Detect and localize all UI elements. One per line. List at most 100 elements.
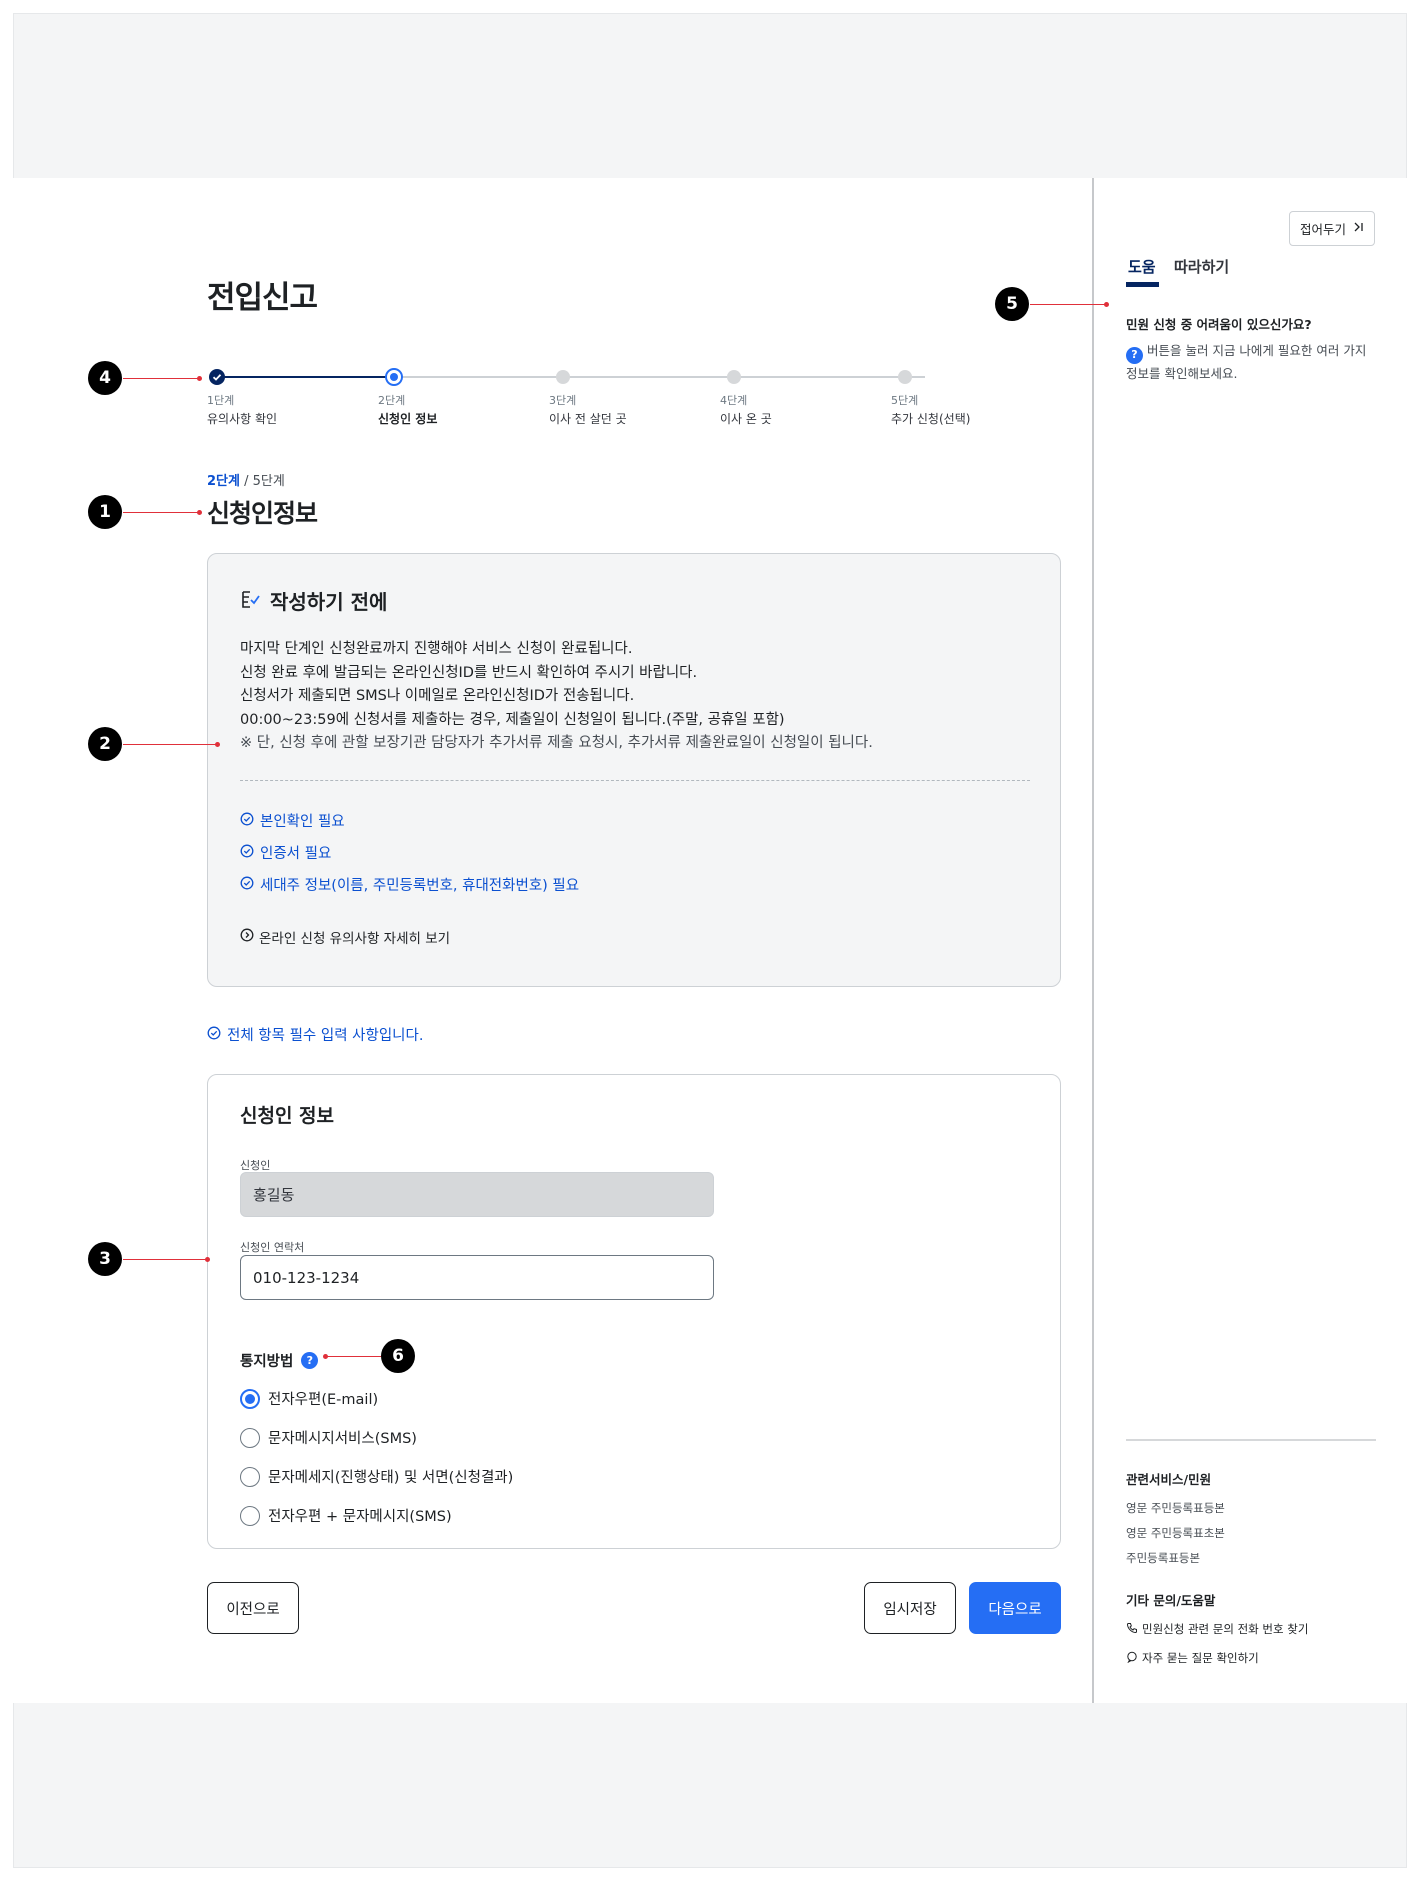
tab-follow-along[interactable]: 따라하기	[1174, 256, 1229, 277]
sidebar-description: ? 버튼을 눌러 지금 나에게 필요한 여러 가지 정보를 확인해보세요.	[1126, 341, 1376, 384]
annotation-dot	[205, 1257, 210, 1262]
sidebar-question: 민원 신청 중 어려움이 있으신가요?	[1126, 317, 1312, 332]
annotation-line	[123, 378, 199, 379]
more-info-label: 온라인 신청 유의사항 자세히 보기	[259, 931, 451, 947]
phone-lookup-link[interactable]: 민원신청 관련 문의 전화 번호 찾기	[1126, 1621, 1308, 1637]
applicant-label: 신청인	[240, 1159, 271, 1172]
check-circle-icon	[207, 1026, 221, 1044]
active-tab-indicator	[1126, 282, 1159, 287]
annotation-badge-5: 5	[995, 287, 1029, 321]
radio-label: 문자메시지서비스(SMS)	[268, 1431, 417, 1447]
step-5-name: 추가 신청(선택)	[891, 412, 971, 426]
annotation-badge-6: 6	[381, 1339, 415, 1373]
annotation-badge-3: 3	[88, 1242, 122, 1276]
sidebar-description-text: 버튼을 눌러 지금 나에게 필요한 여러 가지 정보를 확인해보세요.	[1126, 343, 1367, 381]
step-2-current-icon	[385, 368, 403, 386]
annotation-badge-4: 4	[88, 361, 122, 395]
step-count-total: / 5단계	[244, 474, 285, 489]
form-title: 신청인 정보	[240, 1105, 335, 1127]
annotation-dot	[323, 1354, 328, 1359]
step-count: 2단계 / 5단계	[207, 470, 285, 489]
annotation-line	[1030, 304, 1106, 305]
requirement-label: 인증서 필요	[260, 846, 332, 862]
annotation-line	[123, 744, 217, 745]
faq-link[interactable]: 자주 묻는 질문 확인하기	[1126, 1650, 1259, 1666]
notice-line: 신청 완료 후에 발급되는 온라인신청ID를 반드시 확인하여 주시기 바랍니다…	[240, 664, 698, 681]
notice-note: ※ 단, 신청 후에 관할 보장기관 담당자가 추가서류 제출 요청시, 추가서…	[240, 735, 873, 751]
temp-save-button[interactable]: 임시저장	[864, 1582, 956, 1634]
annotation-line	[123, 1259, 207, 1260]
requirement-item: 인증서 필요	[240, 842, 331, 863]
step-count-current: 2단계	[207, 474, 240, 489]
related-link[interactable]: 영문 주민등록표등본	[1126, 1500, 1225, 1516]
radio-icon	[240, 1466, 260, 1487]
step-1-num: 1단계	[207, 394, 235, 407]
next-button[interactable]: 다음으로	[969, 1582, 1061, 1634]
chevron-circle-icon	[240, 928, 254, 946]
step-1-name: 유의사항 확인	[207, 412, 278, 426]
related-link[interactable]: 영문 주민등록표초본	[1126, 1525, 1225, 1541]
related-services-title: 관련서비스/민원	[1126, 1472, 1212, 1487]
annotation-dot	[197, 376, 202, 381]
notice-line: 00:00~23:59에 신청서를 제출하는 경우, 제출일이 신청일이 됩니다…	[240, 711, 785, 728]
notice-line: 마지막 단계인 신청완료까지 진행해야 서비스 신청이 완료됩니다.	[240, 641, 633, 657]
sidebar-divider	[1126, 1439, 1376, 1441]
annotation-badge-2: 2	[88, 727, 122, 761]
radio-selected-icon	[240, 1388, 260, 1409]
radio-email-and-sms[interactable]: 전자우편 + 문자메시지(SMS)	[240, 1505, 452, 1526]
other-help-title: 기타 문의/도움말	[1126, 1593, 1216, 1608]
phone-lookup-label: 민원신청 관련 문의 전화 번호 찾기	[1142, 1622, 1309, 1636]
annotation-dot	[197, 510, 202, 515]
radio-email[interactable]: 전자우편(E-mail)	[240, 1388, 378, 1409]
radio-icon	[240, 1505, 260, 1526]
annotation-dot	[1104, 302, 1109, 307]
annotation-dot	[215, 742, 220, 747]
requirement-label: 세대주 정보(이름, 주민등록번호, 휴대전화번호) 필요	[260, 878, 580, 894]
help-icon: ?	[1126, 346, 1143, 364]
radio-sms-and-mail[interactable]: 문자메세지(진행상태) 및 서면(신청결과)	[240, 1466, 513, 1487]
step-5-dot	[898, 370, 912, 384]
page-title: 전입신고	[207, 280, 318, 316]
check-circle-icon	[240, 844, 254, 862]
step-line-pending	[395, 376, 925, 378]
step-4-name: 이사 온 곳	[720, 412, 772, 426]
notice-line: 신청서가 제출되면 SMS나 이메일로 온라인신청ID가 전송됩니다.	[240, 688, 635, 704]
check-circle-icon	[240, 812, 254, 830]
notice-header: 작성하기 전에	[240, 586, 387, 615]
radio-sms[interactable]: 문자메시지서비스(SMS)	[240, 1427, 417, 1448]
contact-label: 신청인 연락처	[240, 1241, 305, 1254]
tab-help[interactable]: 도움	[1128, 256, 1156, 277]
notice-text: 마지막 단계인 신청완료까지 진행해야 서비스 신청이 완료됩니다. 신청 완료…	[240, 638, 873, 756]
related-link[interactable]: 주민등록표등본	[1126, 1550, 1200, 1566]
notice-divider	[240, 780, 1030, 781]
notice-title: 작성하기 전에	[270, 590, 388, 614]
applicant-name-field: 홍길동	[240, 1172, 714, 1217]
step-3-dot	[556, 370, 570, 384]
notice-box: 작성하기 전에 마지막 단계인 신청완료까지 진행해야 서비스 신청이 완료됩니…	[207, 553, 1061, 987]
help-icon[interactable]: ?	[301, 1352, 319, 1369]
faq-label: 자주 묻는 질문 확인하기	[1142, 1651, 1259, 1665]
step-line-done	[219, 376, 395, 378]
step-2-name: 신청인 정보	[378, 412, 438, 426]
requirement-item: 세대주 정보(이름, 주민등록번호, 휴대전화번호) 필요	[240, 874, 579, 895]
step-4-dot	[727, 370, 741, 384]
collapse-sidebar-button[interactable]: 접어두기	[1289, 211, 1375, 246]
required-note: 전체 항목 필수 입력 사항입니다.	[207, 1024, 423, 1045]
requirement-label: 본인확인 필요	[260, 814, 345, 830]
applicant-form: 신청인 정보 신청인 홍길동 신청인 연락처 010-123-1234 통지방법…	[207, 1074, 1061, 1549]
step-3-num: 3단계	[549, 394, 577, 407]
more-info-link[interactable]: 온라인 신청 유의사항 자세히 보기	[240, 927, 450, 947]
radio-label: 전자우편 + 문자메시지(SMS)	[268, 1509, 452, 1525]
chat-bubble-icon	[1126, 1651, 1138, 1666]
radio-icon	[240, 1427, 260, 1448]
step-4-num: 4단계	[720, 394, 748, 407]
radio-label: 문자메세지(진행상태) 및 서면(신청결과)	[268, 1470, 514, 1486]
prev-button[interactable]: 이전으로	[207, 1582, 299, 1634]
contact-phone-field[interactable]: 010-123-1234	[240, 1255, 714, 1300]
required-note-text: 전체 항목 필수 입력 사항입니다.	[227, 1028, 424, 1044]
collapse-right-icon	[1352, 221, 1364, 236]
section-title: 신청인정보	[207, 499, 318, 528]
collapse-label: 접어두기	[1299, 222, 1346, 237]
check-circle-icon	[240, 876, 254, 894]
annotation-line	[325, 1356, 381, 1357]
